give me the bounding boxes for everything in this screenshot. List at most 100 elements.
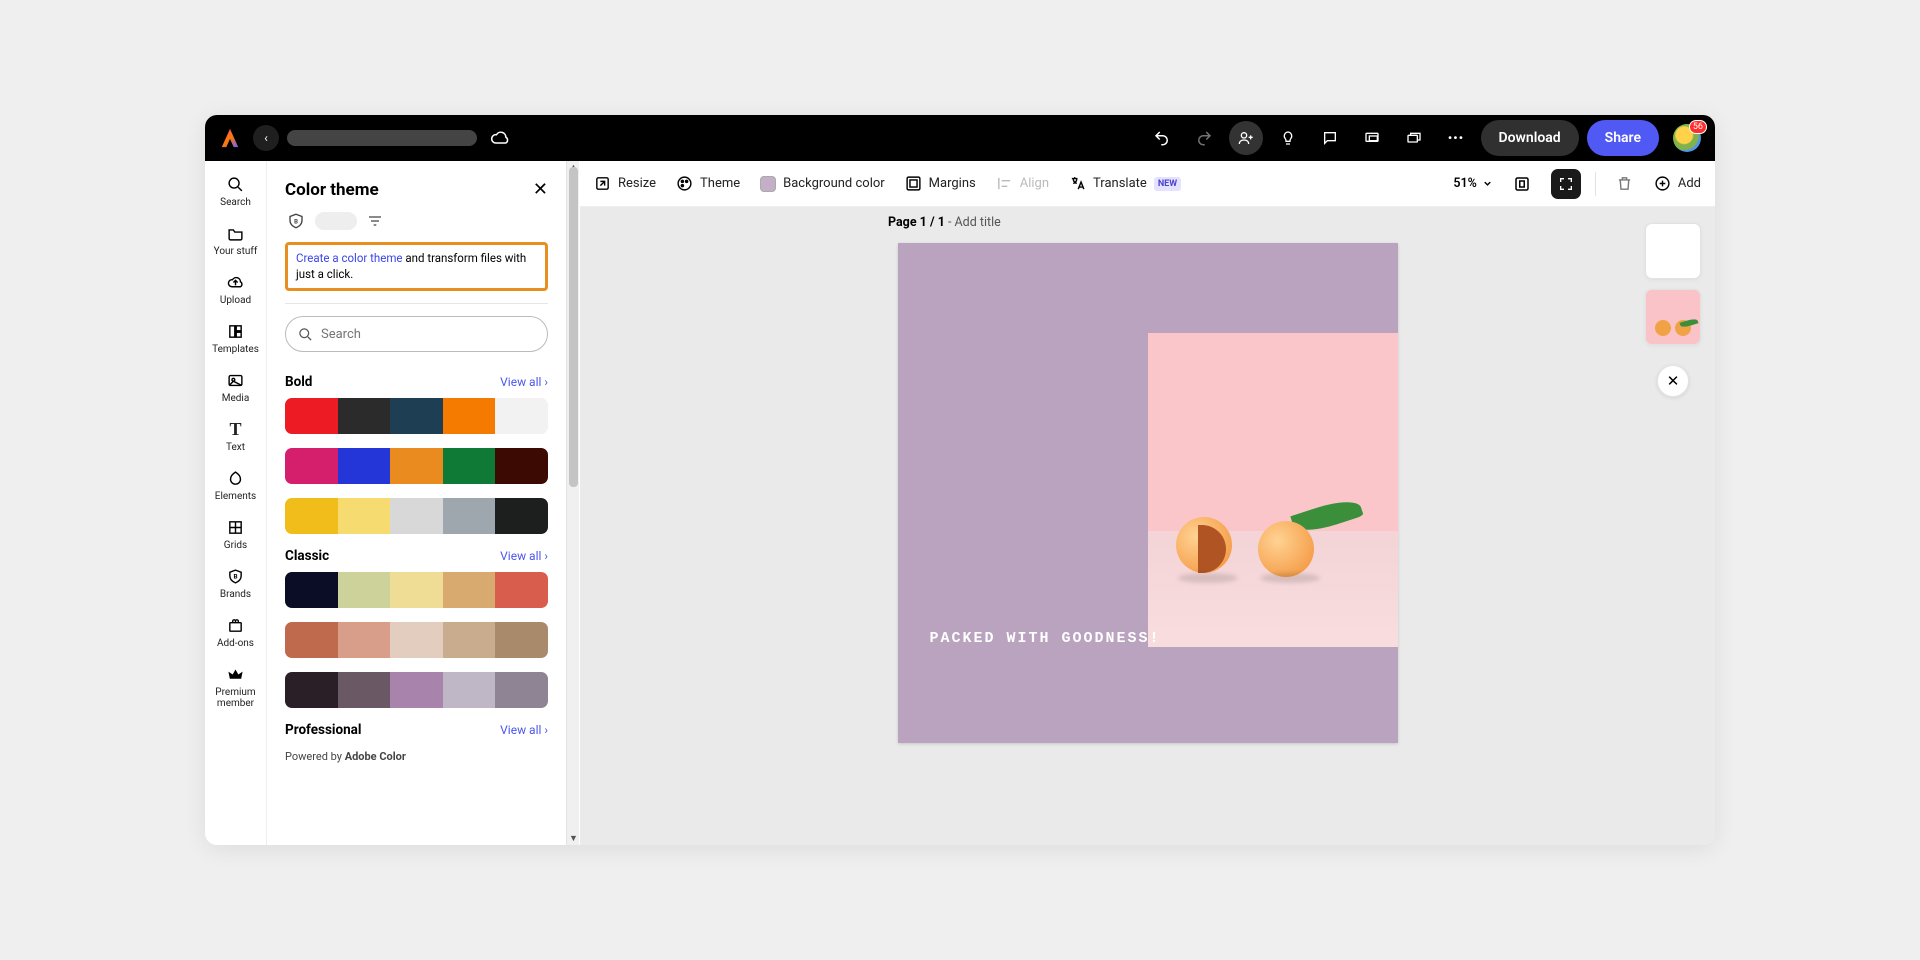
artboard[interactable]: PACKED WITH GOODNESS! (898, 243, 1398, 743)
resize-icon (594, 175, 611, 192)
canvas-caption[interactable]: PACKED WITH GOODNESS! (930, 630, 1161, 647)
rail-grids[interactable]: Grids (224, 516, 247, 551)
export-icon[interactable] (1397, 121, 1431, 155)
color-theme-panel: Color theme ✕ B Create a color theme and… (267, 161, 567, 845)
view-all-link[interactable]: View all › (500, 549, 548, 563)
divider (285, 303, 548, 304)
add-page-button[interactable]: Add (1654, 175, 1701, 192)
svg-text:B: B (294, 218, 298, 225)
back-button[interactable]: ‹ (253, 125, 279, 151)
rail-media[interactable]: Media (222, 369, 250, 404)
fit-page-icon[interactable] (1507, 169, 1537, 199)
search-icon (298, 327, 313, 342)
more-icon[interactable]: ··· (1439, 121, 1473, 155)
panel-search-input[interactable] (321, 327, 535, 342)
filter-toggle[interactable] (315, 212, 357, 230)
app-logo[interactable] (219, 127, 241, 149)
canvas-toolbar: Resize Theme Background color Margins Al… (580, 161, 1715, 207)
callout-create-theme: Create a color theme and transform files… (285, 242, 548, 291)
section-classic-title: Classic (285, 548, 329, 564)
rail-upload[interactable]: Upload (220, 271, 251, 306)
page-thumbnails: ✕ (1645, 223, 1701, 397)
upload-icon (224, 271, 246, 293)
palette-bold-1[interactable] (285, 398, 548, 434)
comment-icon[interactable] (1313, 121, 1347, 155)
folder-icon (224, 222, 246, 244)
rail-premium[interactable]: Premium member (205, 663, 266, 709)
rail-elements[interactable]: Elements (215, 467, 256, 502)
panel-title: Color theme (285, 180, 379, 200)
rail-your-stuff[interactable]: Your stuff (214, 222, 258, 257)
media-icon (224, 369, 246, 391)
elements-icon (224, 467, 246, 489)
page-thumb-1[interactable] (1645, 289, 1701, 345)
present-icon[interactable] (1355, 121, 1389, 155)
peach-graphic (1258, 521, 1314, 577)
close-thumbs-button[interactable]: ✕ (1657, 365, 1689, 397)
svg-text:B: B (233, 572, 237, 580)
redo-icon[interactable] (1187, 121, 1221, 155)
tb-bgcolor[interactable]: Background color (760, 176, 885, 192)
tb-resize[interactable]: Resize (594, 175, 656, 192)
download-button[interactable]: Download (1481, 120, 1579, 156)
tb-theme[interactable]: Theme (676, 175, 740, 192)
share-button[interactable]: Share (1587, 120, 1659, 156)
invite-user-icon[interactable] (1229, 121, 1263, 155)
grids-icon (225, 516, 247, 538)
scroll-down-icon[interactable]: ▼ (567, 832, 580, 845)
rail-text[interactable]: TText (225, 418, 247, 453)
canvas-area[interactable]: Page 1 / 1 - Add title PACKED WITH GOODN… (580, 207, 1715, 845)
cloud-sync-icon[interactable] (489, 127, 511, 149)
rail-label: Media (222, 393, 250, 404)
palette-bold-2[interactable] (285, 448, 548, 484)
close-icon[interactable]: ✕ (533, 179, 548, 200)
palette-classic-2[interactable] (285, 622, 548, 658)
panel-search[interactable] (285, 316, 548, 352)
search-icon (225, 173, 247, 195)
rail-brands[interactable]: BBrands (220, 565, 251, 600)
rail-label: Your stuff (214, 246, 258, 257)
palette-bold-3[interactable] (285, 498, 548, 534)
delete-page-icon[interactable] (1610, 169, 1640, 199)
rail-label: Add-ons (217, 638, 254, 649)
filter-icon[interactable] (365, 211, 385, 231)
rail-addons[interactable]: Add-ons (217, 614, 254, 649)
zoom-dropdown[interactable]: 51% (1453, 176, 1493, 191)
templates-icon (225, 320, 247, 342)
align-icon (996, 175, 1013, 192)
view-all-link[interactable]: View all › (500, 723, 548, 737)
palette-classic-1[interactable] (285, 572, 548, 608)
document-title-pill[interactable] (287, 130, 477, 146)
rail-label: Grids (224, 540, 247, 551)
bgcolor-swatch-icon (760, 176, 776, 192)
rail-label: Templates (212, 344, 259, 355)
lightbulb-icon[interactable] (1271, 121, 1305, 155)
section-professional-title: Professional (285, 722, 361, 738)
left-rail: Search Your stuff Upload Templates Media… (205, 161, 267, 845)
translate-icon (1069, 175, 1086, 192)
notification-badge: 56 (1689, 120, 1707, 134)
page-label[interactable]: Page 1 / 1 - Add title (888, 215, 1001, 230)
chevron-down-icon (1482, 178, 1493, 189)
brands-icon: B (225, 565, 247, 587)
view-all-link[interactable]: View all › (500, 375, 548, 389)
rail-label: Text (226, 442, 245, 453)
powered-by: Powered by Adobe Color (285, 750, 548, 763)
tb-margins[interactable]: Margins (905, 175, 976, 192)
undo-icon[interactable] (1145, 121, 1179, 155)
rail-search[interactable]: Search (220, 173, 251, 208)
tb-translate[interactable]: TranslateNEW (1069, 175, 1181, 192)
premium-icon (225, 663, 247, 685)
margins-icon (905, 175, 922, 192)
panel-scrollbar[interactable]: ▲ ▼ (566, 161, 579, 845)
canvas-image[interactable] (1148, 333, 1398, 647)
brand-shield-icon[interactable]: B (285, 210, 307, 232)
callout-link[interactable]: Create a color theme (296, 251, 403, 265)
palette-classic-3[interactable] (285, 672, 548, 708)
scroll-thumb[interactable] (569, 167, 578, 487)
fullscreen-button[interactable] (1551, 169, 1581, 199)
page-thumb-blank[interactable] (1645, 223, 1701, 279)
workspace: Resize Theme Background color Margins Al… (580, 161, 1715, 845)
profile-avatar[interactable]: 56 (1673, 124, 1701, 152)
rail-templates[interactable]: Templates (212, 320, 259, 355)
